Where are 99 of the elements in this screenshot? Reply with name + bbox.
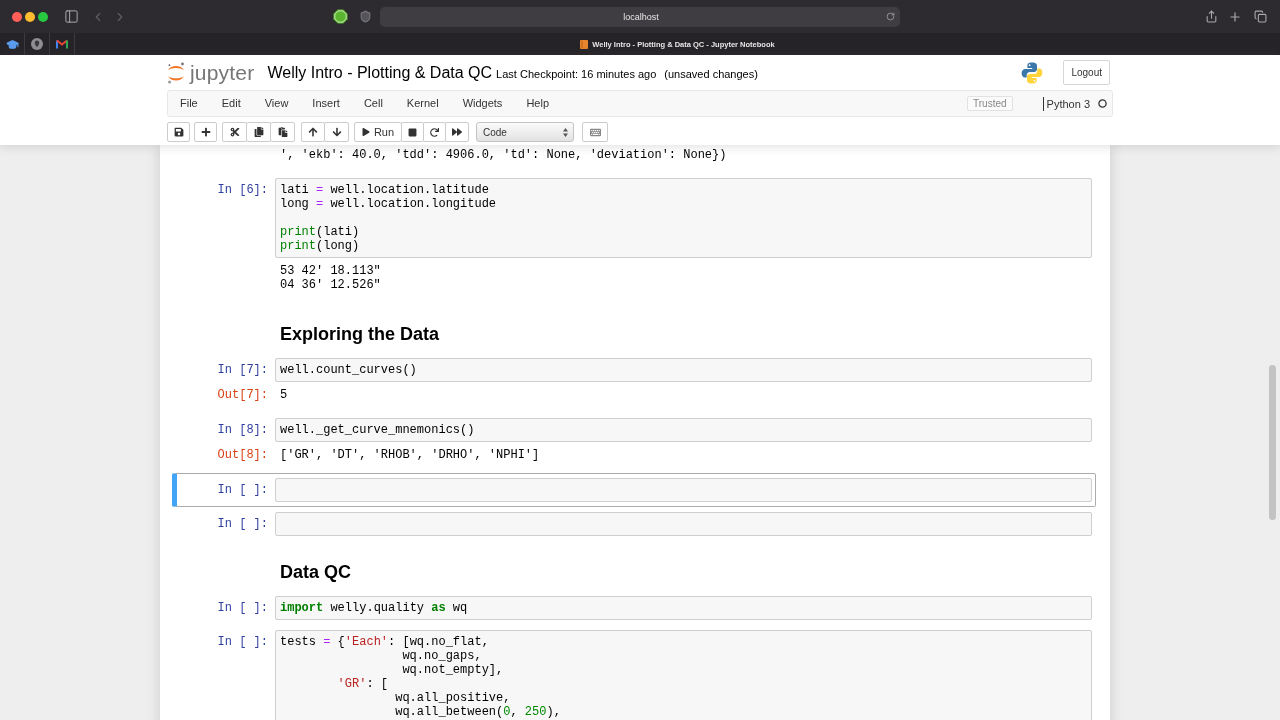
checkpoint-status: Last Checkpoint: 16 minutes ago [496, 67, 657, 80]
scissors-icon [229, 127, 240, 137]
share-icon [1204, 10, 1218, 23]
notebook-title[interactable]: Welly Intro - Plotting & Data QC [267, 63, 493, 82]
keyboard-icon [589, 126, 601, 138]
code-line: lati = well.location.latitude [280, 183, 489, 197]
extension-button[interactable] [332, 8, 348, 25]
code-line: wq.all_between(0, 250), [394, 705, 561, 719]
up-down-caret-icon [563, 127, 568, 137]
tab-overview-button[interactable] [1253, 8, 1267, 25]
share-button[interactable] [1204, 8, 1218, 25]
code-input[interactable]: import welly.quality as wq [275, 596, 1092, 620]
stop-button[interactable] [401, 122, 424, 142]
shield-icon [358, 10, 372, 23]
copy-button[interactable] [246, 122, 271, 142]
arrow-up-icon [308, 127, 318, 137]
output-text: 53 42' 18.113" [280, 264, 381, 278]
section-heading: Data QC [279, 561, 351, 583]
run-button[interactable]: Run [354, 122, 402, 142]
menu-item[interactable]: Kernel [394, 91, 451, 116]
selected-cell[interactable]: In [ ]: [172, 473, 1096, 507]
code-input[interactable]: tests = {'Each': [wq.no_flat, wq.no_gaps, wq.not_empty], 'GR': [ wq.all_positive, wq.all_between(0, 250), [275, 630, 1092, 720]
insert-cell-button[interactable] [194, 122, 217, 142]
menu-item[interactable]: Edit [209, 91, 253, 116]
code-line: print(lati) [280, 225, 360, 239]
run-all-button[interactable] [445, 122, 469, 142]
code-line: long = well.location.longitude [280, 197, 497, 211]
orbit-logo-icon[interactable] [167, 61, 185, 84]
cell-prompt: In [ ]: [216, 516, 269, 531]
circle-logo-icon [31, 38, 43, 50]
output-text: 04 36' 12.526" [280, 278, 381, 292]
move-down-button[interactable] [324, 122, 349, 142]
code-line: well._get_curve_mnemonics() [280, 423, 475, 437]
clipboard-icon [277, 127, 288, 137]
unsaved-status: (unsaved changes) [664, 67, 758, 80]
graduation-cap-icon [5, 37, 19, 51]
output-prompt: Out[8]: [216, 447, 269, 462]
logo-text[interactable]: jupyter [190, 60, 255, 85]
octagon-icon [332, 9, 348, 24]
sidebar-icon [63, 9, 79, 24]
code-input[interactable]: lati = well.location.latitude long = well.location.longitude print(lati) print(long) [275, 178, 1092, 258]
twin-logo-icon [1020, 60, 1045, 85]
code-line: well.count_curves() [280, 363, 417, 377]
book-icon [580, 39, 589, 49]
code-line: tests = {'Each': [wq.no_flat, [280, 635, 489, 649]
save-button[interactable] [167, 122, 190, 142]
tabs-icon [1253, 10, 1267, 23]
plus-icon [1228, 9, 1242, 24]
output-text: ['GR', 'DT', 'RHOB', 'DRHO', 'NPHI'] [280, 448, 540, 462]
code-input[interactable]: well.count_curves() [275, 358, 1092, 382]
menu-item[interactable]: Insert [300, 91, 352, 116]
cell-prompt: In [8]: [216, 422, 269, 437]
kernel-name[interactable]: Python 3 [1042, 96, 1090, 111]
code-input[interactable] [275, 512, 1092, 536]
move-up-button[interactable] [301, 122, 325, 142]
menu-item[interactable]: File [168, 91, 210, 116]
cell-type-select[interactable]: Code [476, 122, 574, 142]
privacy-button[interactable] [358, 8, 372, 25]
code-line: 'GR': [ [336, 677, 389, 691]
zigzag-logo-icon [56, 39, 68, 49]
cell-prompt: In [ ]: [216, 482, 269, 497]
cell-prompt: In [ ]: [216, 634, 269, 649]
keyboard-button[interactable] [582, 122, 608, 142]
fast-forward-icon [452, 127, 462, 137]
window-zoom-button[interactable] [38, 11, 48, 22]
section-heading: Exploring the Data [279, 323, 440, 345]
plus-icon [200, 127, 211, 137]
code-input[interactable] [275, 478, 1092, 502]
output-text: 5 [280, 388, 288, 402]
cell-prompt: In [7]: [216, 362, 269, 377]
output-text: ', 'ekb': 40.0, 'tdd': 4906.0, 'td': None, 'deviation': None}) [280, 148, 727, 162]
trusted-indicator[interactable]: Trusted [967, 96, 1013, 111]
code-line: import welly.quality as wq [280, 601, 468, 615]
scrollbar-thumb[interactable] [1269, 365, 1276, 520]
redo-arrow-icon [430, 127, 439, 137]
menu-item[interactable]: Help [514, 91, 561, 116]
address-field[interactable]: localhost [380, 6, 900, 27]
output-prompt: Out[7]: [216, 387, 269, 402]
code-line: wq.not_empty], [401, 663, 504, 677]
menu-item[interactable]: Cell [351, 91, 395, 116]
cell-prompt: In [ ]: [216, 600, 269, 615]
sidebar-toggle-button[interactable] [63, 8, 79, 25]
arrow-down-icon [331, 127, 342, 137]
cell-prompt: In [6]: [216, 182, 269, 197]
paste-button[interactable] [270, 122, 295, 142]
menu-item[interactable]: View [252, 91, 301, 116]
window-minimize-button[interactable] [25, 11, 35, 22]
code-input[interactable]: well._get_curve_mnemonics() [275, 418, 1092, 442]
code-line: wq.all_positive, [394, 691, 511, 705]
code-line: print(long) [280, 239, 360, 253]
menu-item[interactable]: Widgets [450, 91, 515, 116]
window-close-button[interactable] [12, 11, 22, 22]
restart-button[interactable] [423, 122, 446, 142]
play-icon [361, 128, 370, 136]
cut-button[interactable] [222, 122, 247, 142]
logout-button[interactable]: Logout [1063, 60, 1110, 85]
code-line: wq.no_gaps, [401, 649, 482, 663]
copy-icon [253, 127, 264, 137]
reload-icon [885, 12, 895, 21]
